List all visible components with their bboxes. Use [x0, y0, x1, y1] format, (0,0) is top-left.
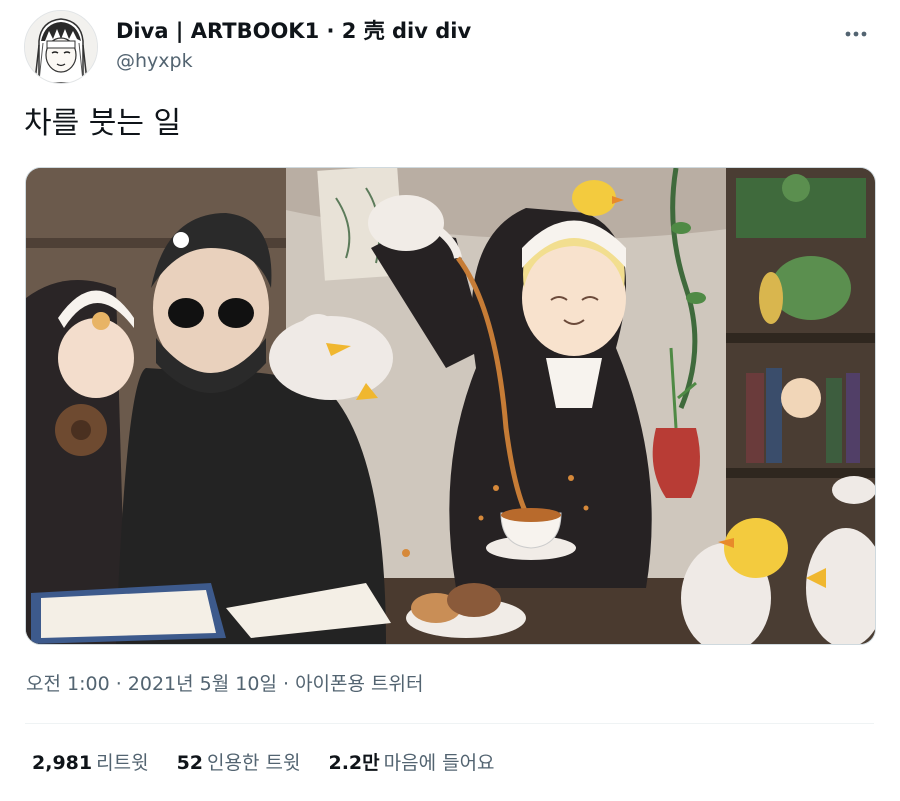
tweet-text: 차를 붓는 일 [24, 106, 182, 141]
quotes-count: 52 [176, 752, 204, 774]
illustration-nuns-pouring-tea [26, 168, 875, 644]
meta-separator: · [276, 673, 296, 695]
quotes-label: 인용한 트윗 [207, 752, 301, 774]
tweet-date: 2021년 5월 10일 [127, 673, 277, 695]
meta-separator: · [109, 673, 128, 695]
more-options-button[interactable] [840, 18, 872, 50]
retweets-stat[interactable]: 2,981 리트윗 [32, 748, 149, 778]
author-handle[interactable]: @hyxpk [116, 48, 471, 74]
likes-label: 마음에 들어요 [383, 752, 495, 774]
retweets-count: 2,981 [32, 752, 93, 774]
tweet-stats: 2,981 리트윗 52 인용한 트윗 2.2만 마음에 들어요 [32, 748, 495, 778]
divider [25, 723, 874, 724]
tweet-source[interactable]: 아이폰용 트위터 [295, 673, 423, 695]
retweets-label: 리트윗 [96, 752, 149, 774]
tweet-time: 오전 1:00 [26, 673, 110, 695]
likes-count: 2.2만 [328, 752, 380, 774]
tweet-time-link[interactable]: 오전 1:00 · 2021년 5월 10일 [26, 673, 277, 695]
author-display-name[interactable]: Diva | ARTBOOK1 · 2 壳 div div [116, 18, 471, 44]
tweet-header: Diva | ARTBOOK1 · 2 壳 div div @hyxpk [24, 10, 876, 86]
avatar[interactable] [24, 10, 98, 84]
likes-stat[interactable]: 2.2만 마음에 들어요 [328, 748, 494, 778]
author-name-block: Diva | ARTBOOK1 · 2 壳 div div @hyxpk [116, 18, 471, 74]
quotes-stat[interactable]: 52 인용한 트윗 [177, 748, 301, 778]
more-horizontal-icon [845, 31, 867, 37]
tweet-media-image[interactable] [25, 167, 876, 645]
tweet-meta: 오전 1:00 · 2021년 5월 10일 · 아이폰용 트위터 [26, 668, 423, 700]
avatar-image [25, 11, 97, 83]
